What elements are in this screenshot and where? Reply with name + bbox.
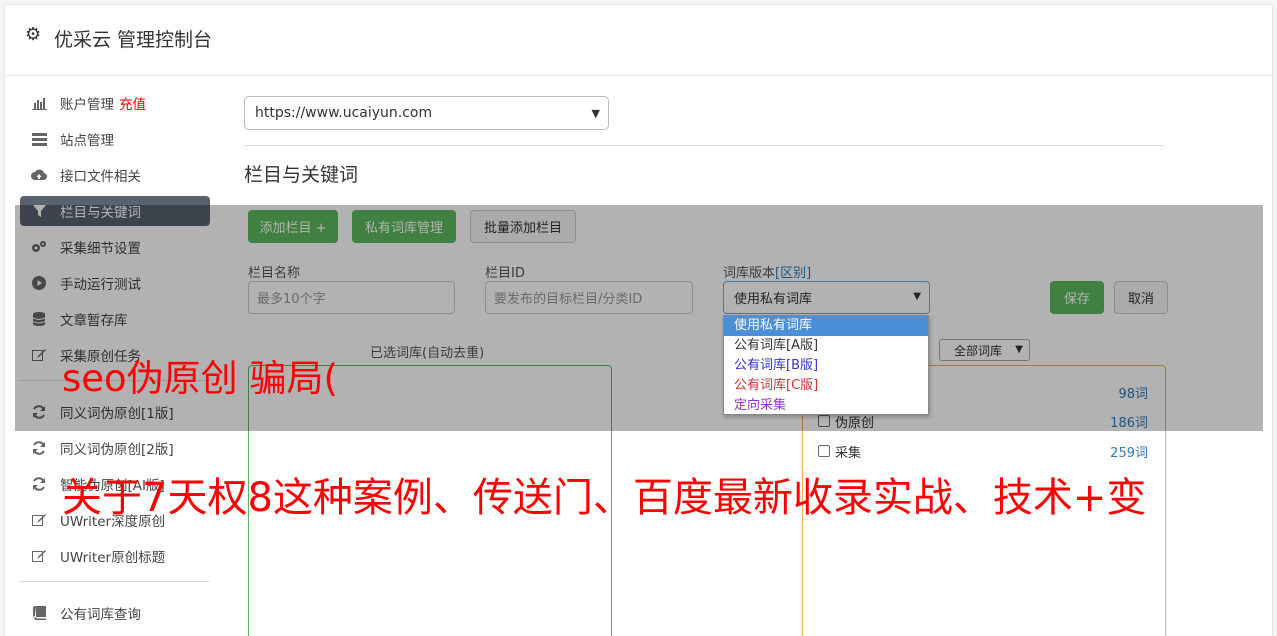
header: ⚙ 优采云 管理控制台	[5, 5, 1272, 76]
sidebar-item-public-lib[interactable]: 公有词库查询	[20, 598, 210, 628]
sidebar-item-label: 公有词库查询	[60, 607, 141, 623]
dropdown-option[interactable]: 公有词库[C版]	[724, 376, 928, 396]
sidebar-divider	[20, 581, 210, 582]
server-icon	[31, 131, 47, 147]
gear-icon: ⚙	[25, 24, 42, 45]
recharge-link[interactable]: 充值	[119, 93, 146, 113]
refresh-icon	[31, 440, 47, 456]
refresh-icon	[31, 476, 47, 492]
page-title: 优采云 管理控制台	[54, 29, 213, 51]
chevron-down-icon: ▼	[591, 107, 600, 120]
book-icon	[31, 605, 47, 621]
dropdown-option[interactable]: 定向采集	[724, 396, 928, 416]
lib-row[interactable]: 采集 259词	[818, 441, 1148, 461]
lib-row-count: 259词	[1110, 445, 1148, 461]
edit-icon	[31, 548, 47, 564]
sidebar-item-uwriter-title[interactable]: UWriter原创标题	[20, 541, 210, 571]
bar-chart-icon	[31, 95, 47, 111]
sidebar-item-label: UWriter原创标题	[60, 550, 166, 566]
cloud-upload-icon	[31, 167, 47, 183]
divider	[244, 145, 1164, 146]
section-title: 栏目与关键词	[244, 164, 359, 186]
sidebar-item-interface[interactable]: 接口文件相关	[20, 160, 210, 190]
lib-checkbox[interactable]	[818, 445, 830, 457]
dropdown-option[interactable]: 使用私有词库	[724, 316, 928, 336]
dropdown-option[interactable]: 公有词库[A版]	[724, 336, 928, 356]
sidebar-item-label: 同义词伪原创[2版]	[60, 442, 174, 458]
sidebar-item-label: 接口文件相关	[60, 169, 141, 185]
dropdown-option[interactable]: 公有词库[B版]	[724, 356, 928, 376]
sidebar-item-sites[interactable]: 站点管理	[20, 124, 210, 154]
sidebar-item-label: 站点管理	[60, 133, 114, 149]
lib-row-label: 采集	[835, 445, 862, 461]
edit-icon	[31, 512, 47, 528]
sidebar-item-account[interactable]: 账户管理 充值	[20, 88, 210, 118]
watermark-line-2: 关于7天权8这种案例、传送门、百度最新收录实战、技术+变	[62, 475, 1147, 521]
watermark-line-1: seo伪原创 骗局(	[62, 357, 338, 400]
site-select[interactable]: https://www.ucaiyun.com ▼	[244, 96, 609, 130]
lib-version-dropdown: 使用私有词库 公有词库[A版] 公有词库[B版] 公有词库[C版] 定向采集	[723, 315, 929, 415]
sidebar-item-label: 账户管理	[60, 97, 114, 113]
sidebar-item-synonym-v2[interactable]: 同义词伪原创[2版]	[20, 433, 210, 463]
site-select-value: https://www.ucaiyun.com	[255, 105, 433, 121]
